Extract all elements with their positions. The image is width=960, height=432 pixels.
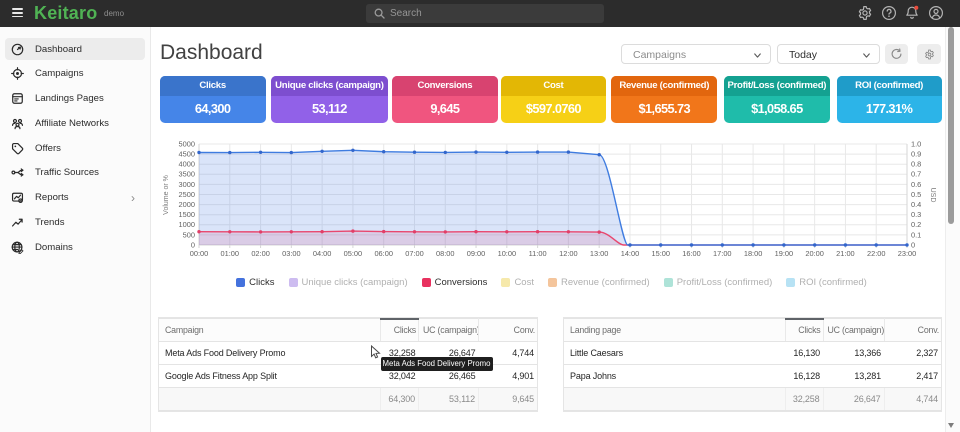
svg-text:Volume or %: Volume or %	[163, 175, 170, 215]
svg-text:10:00: 10:00	[498, 249, 516, 258]
svg-text:06:00: 06:00	[374, 249, 393, 258]
svg-text:23:00: 23:00	[898, 249, 917, 258]
svg-text:0.6: 0.6	[911, 180, 921, 189]
svg-text:0.1: 0.1	[911, 230, 921, 239]
svg-text:00:00: 00:00	[190, 249, 209, 258]
svg-text:08:00: 08:00	[436, 249, 455, 258]
svg-text:22:00: 22:00	[867, 249, 886, 258]
svg-text:1.0: 1.0	[911, 139, 921, 148]
svg-text:04:00: 04:00	[313, 249, 332, 258]
svg-text:21:00: 21:00	[836, 249, 855, 258]
svg-text:1000: 1000	[179, 220, 195, 229]
svg-text:4500: 4500	[179, 150, 195, 159]
svg-text:0.3: 0.3	[911, 210, 921, 219]
svg-text:13:00: 13:00	[590, 249, 609, 258]
svg-text:1500: 1500	[179, 210, 195, 219]
svg-text:11:00: 11:00	[529, 249, 547, 258]
svg-text:01:00: 01:00	[221, 249, 240, 258]
svg-text:05:00: 05:00	[344, 249, 363, 258]
svg-text:2000: 2000	[179, 200, 195, 209]
svg-text:0.8: 0.8	[911, 160, 921, 169]
svg-text:09:00: 09:00	[467, 249, 486, 258]
svg-text:14:00: 14:00	[621, 249, 640, 258]
svg-text:02:00: 02:00	[251, 249, 270, 258]
svg-text:07:00: 07:00	[405, 249, 424, 258]
svg-text:500: 500	[183, 230, 195, 239]
svg-text:12:00: 12:00	[559, 249, 578, 258]
svg-text:17:00: 17:00	[713, 249, 732, 258]
svg-text:18:00: 18:00	[744, 249, 763, 258]
svg-text:0.9: 0.9	[911, 150, 921, 159]
svg-text:2500: 2500	[179, 190, 195, 199]
svg-text:15:00: 15:00	[651, 249, 670, 258]
svg-text:USD: USD	[929, 188, 936, 203]
svg-text:4000: 4000	[179, 160, 195, 169]
svg-text:0.7: 0.7	[911, 170, 921, 179]
svg-text:0.4: 0.4	[911, 200, 921, 209]
svg-text:20:00: 20:00	[805, 249, 824, 258]
svg-text:0.2: 0.2	[911, 220, 921, 229]
svg-text:16:00: 16:00	[682, 249, 701, 258]
svg-text:3500: 3500	[179, 170, 195, 179]
svg-text:5000: 5000	[179, 139, 195, 148]
svg-text:0.5: 0.5	[911, 190, 921, 199]
svg-text:19:00: 19:00	[775, 249, 794, 258]
svg-text:03:00: 03:00	[282, 249, 301, 258]
svg-text:3000: 3000	[179, 180, 195, 189]
